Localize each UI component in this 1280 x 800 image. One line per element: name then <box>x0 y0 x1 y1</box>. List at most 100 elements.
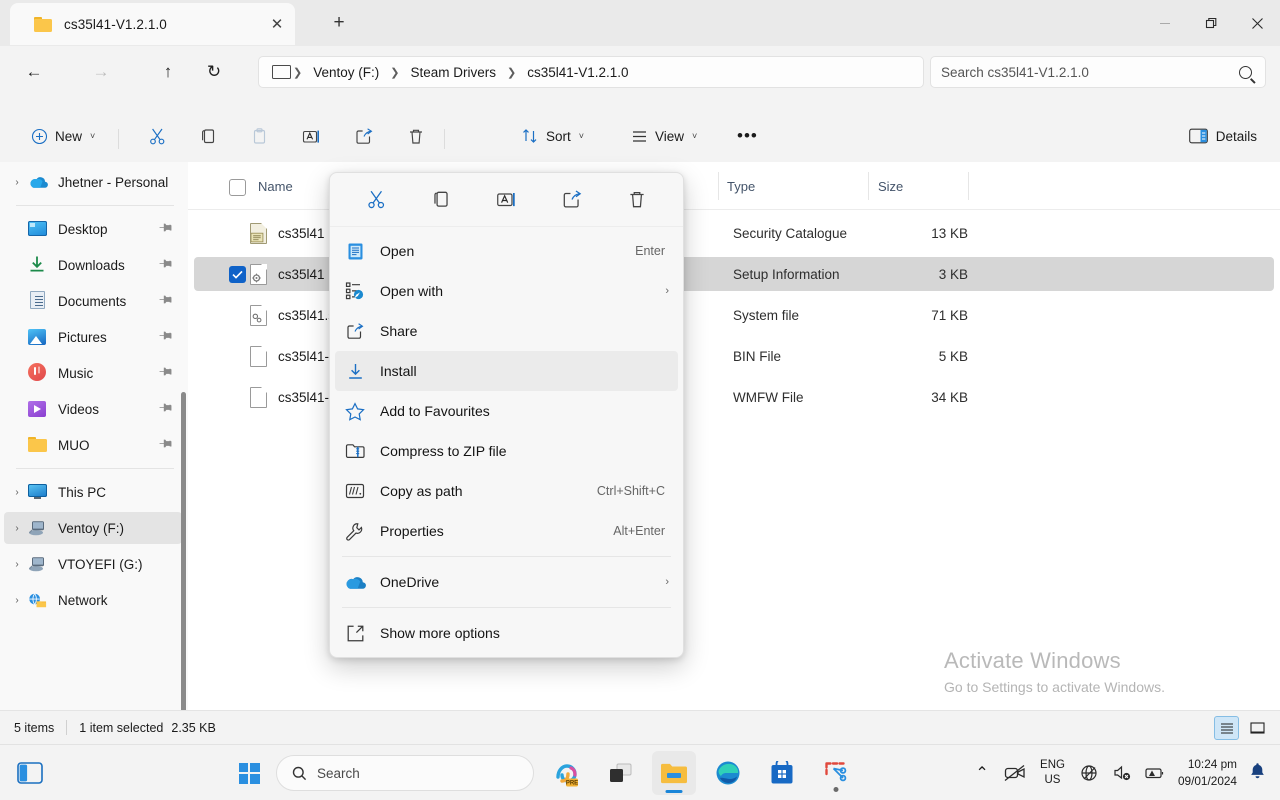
battery-icon[interactable] <box>1141 756 1171 790</box>
copilot-button[interactable]: PRE <box>544 751 588 795</box>
chevron-right-icon[interactable]: › <box>6 559 28 570</box>
sort-button[interactable]: Sort ˅ <box>512 120 593 152</box>
meet-now-icon[interactable] <box>1000 756 1030 790</box>
sidebar-item-documents[interactable]: Documents <box>4 285 182 317</box>
sidebar-item-network[interactable]: ›Network <box>4 584 182 616</box>
context-menu-item-onedrive[interactable]: OneDrive› <box>330 562 683 602</box>
pin-icon[interactable] <box>155 363 176 384</box>
details-pane-button[interactable]: Details <box>1180 120 1266 152</box>
taskbar-search[interactable]: Search <box>276 755 534 791</box>
show-hidden-icons-button[interactable]: ⌃ <box>967 756 997 790</box>
file-explorer-button[interactable] <box>652 751 696 795</box>
network-icon[interactable] <box>1075 756 1105 790</box>
share-button[interactable] <box>554 183 590 217</box>
sidebar-scrollbar[interactable] <box>181 392 186 710</box>
view-toggle-group <box>1214 716 1270 740</box>
context-menu-item-add-to-favourites[interactable]: Add to Favourites <box>330 391 683 431</box>
sidebar-item-jhetner-personal[interactable]: ›Jhetner - Personal <box>4 166 182 198</box>
new-button[interactable]: New ˅ <box>22 120 104 152</box>
explorer-tab[interactable]: cs35l41-V1.2.1.0 ✕ <box>10 3 295 45</box>
forward-button[interactable]: → <box>85 56 117 88</box>
volume-icon[interactable] <box>1108 756 1138 790</box>
context-menu-item-copy-as-path[interactable]: Copy as pathCtrl+Shift+C <box>330 471 683 511</box>
chevron-right-icon[interactable]: › <box>6 595 28 606</box>
snipping-tool-button[interactable] <box>814 751 858 795</box>
chevron-right-icon[interactable]: › <box>6 523 28 534</box>
sidebar-item-music[interactable]: Music <box>4 357 182 389</box>
this-pc-icon[interactable] <box>272 65 289 80</box>
refresh-button[interactable]: ↻ <box>198 56 230 88</box>
context-menu-item-install[interactable]: Install <box>335 351 678 391</box>
search-input[interactable]: Search cs35l41-V1.2.1.0 <box>941 65 1239 80</box>
column-header-name[interactable]: Name <box>258 179 293 194</box>
start-button[interactable] <box>232 756 266 790</box>
context-menu-item-label: Show more options <box>380 625 669 641</box>
pin-icon[interactable] <box>155 327 176 348</box>
details-view-button[interactable] <box>1214 716 1239 740</box>
chevron-right-icon[interactable]: › <box>6 487 28 498</box>
language-indicator[interactable]: ENG US <box>1033 758 1072 788</box>
task-view-button[interactable] <box>598 751 642 795</box>
widgets-button[interactable] <box>8 751 52 795</box>
pin-icon[interactable] <box>155 291 176 312</box>
sidebar-item-label: Pictures <box>58 330 107 345</box>
sidebar-item-vtoyefi-g[interactable]: ›VTOYEFI (G:) <box>4 548 182 580</box>
cut-button[interactable] <box>139 120 176 152</box>
column-header-type[interactable]: Type <box>727 179 755 194</box>
breadcrumb-item-1[interactable]: Steam Drivers <box>403 65 503 80</box>
select-all-checkbox[interactable] <box>229 179 246 196</box>
sidebar-item-pictures[interactable]: Pictures <box>4 321 182 353</box>
rename-button[interactable] <box>489 183 525 217</box>
notifications-bell-icon[interactable] <box>1249 762 1272 785</box>
column-header-size[interactable]: Size <box>878 179 903 194</box>
delete-button[interactable] <box>398 120 434 152</box>
cut-button[interactable] <box>359 183 395 217</box>
context-menu-item-properties[interactable]: PropertiesAlt+Enter <box>330 511 683 551</box>
sidebar-item-downloads[interactable]: Downloads <box>4 249 182 281</box>
delete-button[interactable] <box>619 183 655 217</box>
open-with-icon <box>345 281 365 301</box>
sidebar-item-ventoy-f[interactable]: ›Ventoy (F:) <box>4 512 182 544</box>
microsoft-store-button[interactable] <box>760 751 804 795</box>
close-icon[interactable] <box>1234 0 1280 46</box>
edge-button[interactable] <box>706 751 750 795</box>
context-menu-item-show-more-options[interactable]: Show more options <box>330 613 683 653</box>
back-button[interactable]: ← <box>18 56 50 88</box>
chevron-right-icon[interactable]: › <box>6 177 28 188</box>
search-box[interactable]: Search cs35l41-V1.2.1.0 <box>930 56 1266 88</box>
pin-icon[interactable] <box>155 399 176 420</box>
share-button[interactable] <box>345 120 383 152</box>
minimize-icon[interactable] <box>1142 0 1188 46</box>
rename-button[interactable] <box>292 120 331 152</box>
pin-icon[interactable] <box>155 219 176 240</box>
close-tab-icon[interactable]: ✕ <box>267 14 287 34</box>
new-tab-button[interactable]: + <box>325 10 353 36</box>
view-button[interactable]: View ˅ <box>622 120 706 152</box>
context-menu-item-share[interactable]: Share <box>330 311 683 351</box>
context-menu-item-open-with[interactable]: Open with› <box>330 271 683 311</box>
context-menu[interactable]: OpenEnterOpen with›ShareInstallAdd to Fa… <box>329 172 684 658</box>
context-menu-item-compress-to-zip-file[interactable]: Compress to ZIP file <box>330 431 683 471</box>
sidebar-item-muo[interactable]: MUO <box>4 429 182 461</box>
sidebar-item-this-pc[interactable]: ›This PC <box>4 476 182 508</box>
paste-button[interactable] <box>241 120 278 152</box>
copy-button[interactable] <box>190 120 227 152</box>
sidebar-item-videos[interactable]: Videos <box>4 393 182 425</box>
context-menu-item-open[interactable]: OpenEnter <box>330 231 683 271</box>
large-icons-view-button[interactable] <box>1245 716 1270 740</box>
pin-icon[interactable] <box>155 435 176 456</box>
breadcrumb-item-0[interactable]: Ventoy (F:) <box>306 65 386 80</box>
document-icon <box>28 291 48 311</box>
navigation-pane[interactable]: ›Jhetner - Personal Desktop Downloads Docum… <box>0 162 188 710</box>
sidebar-item-desktop[interactable]: Desktop <box>4 213 182 245</box>
clock[interactable]: 10:24 pm 09/01/2024 <box>1174 756 1246 790</box>
breadcrumb-item-2[interactable]: cs35l41-V1.2.1.0 <box>520 65 635 80</box>
pin-glyph <box>157 327 175 345</box>
copy-button[interactable] <box>424 183 460 217</box>
pin-icon[interactable] <box>155 255 176 276</box>
breadcrumb[interactable]: ❯ Ventoy (F:) ❯ Steam Drivers ❯ cs35l41-… <box>258 56 924 88</box>
row-checkbox[interactable] <box>229 266 246 283</box>
up-button[interactable]: ↑ <box>152 56 184 88</box>
more-options-button[interactable]: ••• <box>728 120 767 152</box>
restore-icon[interactable] <box>1188 0 1234 46</box>
